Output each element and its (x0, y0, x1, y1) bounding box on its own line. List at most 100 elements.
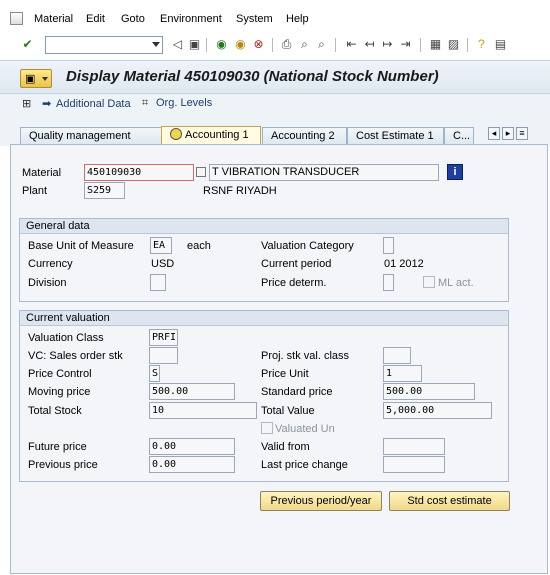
tab-list-icon[interactable]: ≡ (516, 127, 528, 140)
menu-edit[interactable]: Edit (86, 13, 105, 25)
views-icon: ⊞ (22, 98, 32, 110)
menu-material[interactable]: Material (34, 13, 73, 25)
tab-scroll-left-icon[interactable]: ◂ (488, 127, 500, 140)
material-field[interactable]: 450109030 (84, 164, 194, 181)
layout-menu-icon[interactable]: ▤ (493, 37, 508, 52)
window-menu-icon[interactable] (10, 12, 23, 25)
menu-goto[interactable]: Goto (121, 13, 145, 25)
tab-label: Quality management (29, 130, 131, 142)
current-valuation-group: Current valuation Valuation Class PRFI V… (19, 310, 509, 482)
back-icon[interactable]: ◉ (214, 37, 229, 52)
base-uom-label: Base Unit of Measure (28, 240, 134, 252)
additional-data-label: Additional Data (56, 98, 131, 110)
standard-price-field[interactable]: 500.00 (383, 383, 475, 400)
valuation-category-field[interactable] (383, 237, 394, 254)
tab-label: Accounting 1 (185, 129, 249, 141)
hierarchy-icon: ⌗ (142, 97, 149, 109)
page-title: Display Material 450109030 (National Sto… (66, 68, 439, 85)
valid-from-label: Valid from (261, 441, 310, 453)
current-period-value: 01 2012 (384, 258, 424, 270)
total-value-field[interactable]: 5,000.00 (383, 402, 492, 419)
proj-stk-field[interactable] (383, 347, 411, 364)
tab-label: Accounting 2 (271, 130, 335, 142)
previous-period-button[interactable]: Previous period/year (260, 491, 382, 511)
price-unit-label: Price Unit (261, 368, 309, 380)
chevron-down-icon[interactable] (152, 42, 160, 47)
toolbar-separator (272, 38, 273, 52)
shortcut-icon[interactable]: ▨ (446, 37, 461, 52)
org-levels-label: Org. Levels (156, 97, 213, 109)
title-menu-button[interactable]: ▣ (20, 69, 52, 88)
menu-environment[interactable]: Environment (160, 13, 222, 25)
application-toolbar: ⊞ ➡ Additional Data ⌗ Org. Levels (0, 94, 550, 116)
next-page-icon[interactable]: ↦ (380, 37, 395, 52)
base-uom-text: each (187, 240, 211, 252)
tab-strip: Quality management Accounting 1 Accounti… (0, 116, 550, 147)
tab-label: C... (453, 130, 471, 142)
base-uom-field[interactable]: EA (150, 237, 172, 254)
total-stock-label: Total Stock (28, 405, 82, 417)
help-icon[interactable]: ? (474, 37, 489, 52)
save-icon[interactable]: ▣ (187, 37, 202, 52)
price-unit-field[interactable]: 1 (383, 365, 422, 382)
general-data-group: General data Base Unit of Measure EA eac… (19, 218, 509, 302)
command-field[interactable] (45, 36, 163, 54)
chevron-down-icon (42, 77, 48, 81)
future-price-field[interactable]: 0.00 (149, 438, 235, 455)
vc-sales-order-field[interactable] (149, 347, 178, 364)
arrow-right-icon: ➡ (42, 98, 52, 110)
total-value-label: Total Value (261, 405, 315, 417)
material-description-field[interactable]: T VIBRATION TRANSDUCER (209, 164, 439, 181)
find-icon[interactable]: ⌕ (297, 37, 312, 52)
valid-from-field[interactable] (383, 438, 445, 455)
org-levels-button[interactable]: ⌗ Org. Levels (142, 97, 212, 110)
price-control-label: Price Control (28, 368, 92, 380)
previous-price-label: Previous price (28, 459, 98, 471)
menu-system[interactable]: System (236, 13, 273, 25)
price-control-field[interactable]: S (149, 365, 160, 382)
exit-icon[interactable]: ◉ (233, 37, 248, 52)
title-bar: ▣ Display Material 450109030 (National S… (0, 60, 550, 94)
plant-field[interactable]: S259 (84, 182, 125, 199)
valuated-un-checkbox[interactable] (261, 422, 273, 434)
currency-value: USD (151, 258, 175, 270)
new-session-icon[interactable]: ▦ (428, 37, 443, 52)
status-circle-icon (170, 128, 182, 140)
price-determ-field[interactable] (383, 274, 394, 291)
cancel-icon[interactable]: ⊗ (251, 37, 266, 52)
previous-price-field[interactable]: 0.00 (149, 456, 235, 473)
additional-data-button[interactable]: ⊞ (22, 97, 36, 110)
std-cost-estimate-button[interactable]: Std cost estimate (389, 491, 510, 511)
additional-data-link[interactable]: ➡ Additional Data (42, 97, 131, 110)
back-arrow-icon[interactable]: ◁ (170, 37, 185, 52)
plant-label: Plant (22, 185, 48, 197)
info-icon[interactable]: i (447, 164, 463, 180)
future-price-label: Future price (28, 441, 87, 453)
print-icon[interactable]: ⎙ (279, 37, 294, 52)
general-data-title: General data (20, 219, 508, 234)
moving-price-label: Moving price (28, 386, 91, 398)
proj-stk-label: Proj. stk val. class (261, 350, 350, 362)
toolbar-separator (335, 38, 336, 52)
moving-price-field[interactable]: 500.00 (149, 383, 235, 400)
tab-scroll-right-icon[interactable]: ▸ (502, 127, 514, 140)
ml-act-checkbox[interactable] (423, 276, 435, 288)
ml-act-label: ML act. (438, 277, 474, 289)
valuation-class-label: Valuation Class (28, 332, 104, 344)
valuation-category-label: Valuation Category (261, 240, 354, 252)
last-page-icon[interactable]: ⇥ (398, 37, 413, 52)
last-price-change-field[interactable] (383, 456, 445, 473)
valuation-class-field[interactable]: PRFI (149, 329, 178, 346)
previous-page-icon[interactable]: ↤ (362, 37, 377, 52)
menu-bar: Material Edit Goto Environment System He… (0, 8, 550, 30)
total-stock-field[interactable]: 10 (149, 402, 257, 419)
division-label: Division (28, 277, 67, 289)
menu-help[interactable]: Help (286, 13, 309, 25)
first-page-icon[interactable]: ⇤ (344, 37, 359, 52)
vc-sales-order-label: VC: Sales order stk (28, 350, 123, 362)
copy-icon[interactable] (196, 167, 206, 177)
find-next-icon[interactable]: ⌕ (314, 37, 329, 52)
enter-check-icon[interactable]: ✔ (20, 37, 35, 52)
division-field[interactable] (150, 274, 166, 291)
plant-description: RSNF RIYADH (203, 185, 277, 197)
